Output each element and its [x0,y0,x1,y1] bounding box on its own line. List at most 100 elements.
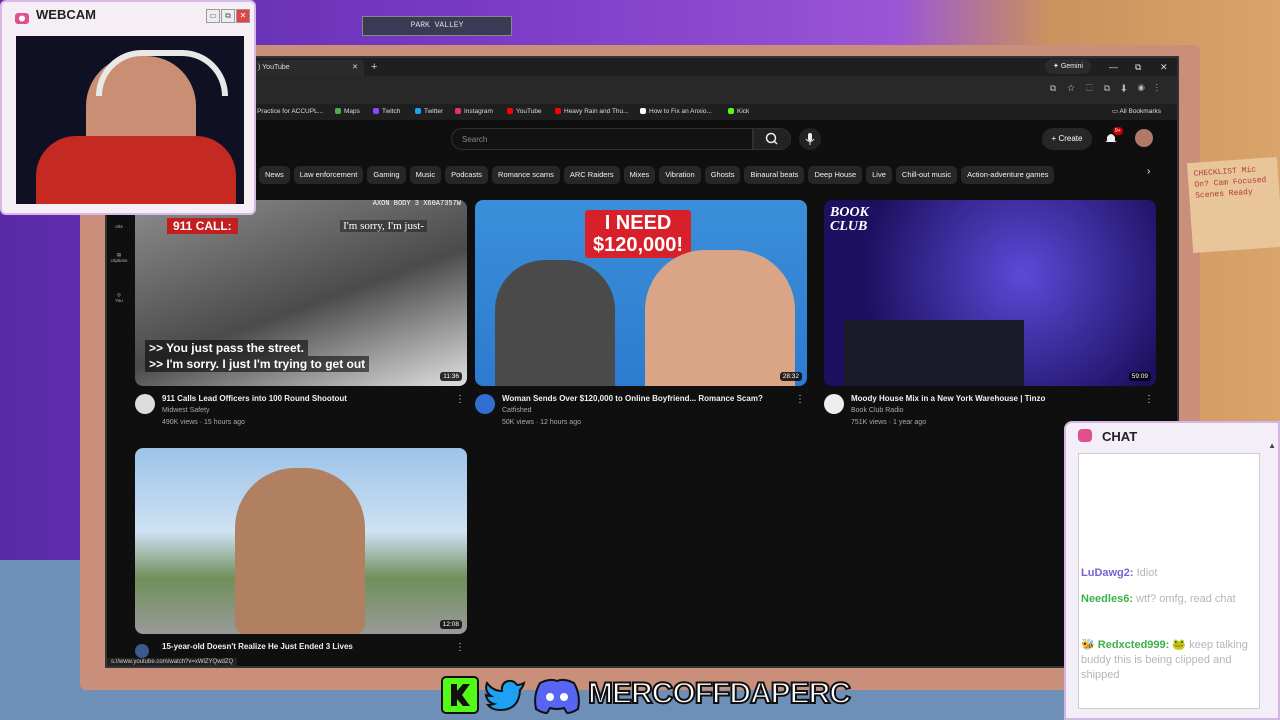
thumbnail-quote: I'm sorry, I'm just- [340,220,427,232]
chevron-right-icon[interactable]: › [1147,166,1150,177]
chip[interactable]: Ghosts [704,166,741,184]
bookmark-item[interactable]: Twitch [373,104,400,120]
channel-avatar[interactable] [475,394,495,414]
thumbnail-person [235,468,365,634]
video-title[interactable]: Moody House Mix in a New York Warehouse … [851,394,1141,403]
video-card[interactable]: BOOK CLUB 59:09 Moody House Mix in a New… [824,200,1156,434]
gemini-button[interactable]: ✦ Gemini [1045,59,1091,74]
search-input[interactable]: Search [451,128,753,150]
bookmark-item[interactable]: Heavy Rain and Thu... [555,104,629,120]
mic-icon [805,133,815,145]
chip[interactable]: Mixes [623,166,656,184]
sidebar-item-you[interactable]: ◎ You [109,292,129,303]
tab-bar: ) YouTube ✕ + ✦ Gemini — ⧉ ✕ [107,58,1177,76]
bookmark-label: Kick [737,108,750,115]
channel-avatar[interactable] [135,644,149,658]
chip[interactable]: Binaural beats [744,166,805,184]
bookmark-item[interactable]: Instagram [455,104,493,120]
browser-window: ) YouTube ✕ + ✦ Gemini — ⧉ ✕ ⧉☆⬚⧉⬇◉⋮ Pra… [105,56,1179,668]
channel-avatar[interactable] [135,394,155,414]
sidebar-item-subscriptions[interactable]: ▤ criptions [109,252,129,263]
channel-name[interactable]: Midwest Safety [162,407,209,414]
chip[interactable]: Gaming [367,166,406,184]
more-options-icon[interactable]: ⋮ [795,394,805,405]
video-thumbnail[interactable]: BOOK CLUB 59:09 [824,200,1156,386]
chat-panel: CHAT ▲ LuDawg2: Idiot Needles6: wtf? omf… [1064,421,1280,720]
avatar[interactable] [1135,129,1153,147]
more-options-icon[interactable]: ⋮ [1144,394,1154,405]
create-label: Create [1058,134,1083,143]
bookmark-item[interactable]: Maps [335,104,360,120]
minimize-button[interactable]: ▭ [206,9,220,23]
chat-username[interactable]: Redxcted999: [1098,639,1170,651]
gemini-label: Gemini [1060,63,1083,70]
voice-search-button[interactable] [799,128,821,150]
chip[interactable]: Romance scams [492,166,560,184]
chat-username[interactable]: LuDawg2: [1081,567,1134,579]
create-button[interactable]: + Create [1042,128,1092,150]
maximize-button[interactable]: ⧉ [221,9,235,23]
video-card[interactable]: 911 CALL: AXON BODY 3 X60A7357W I'm sorr… [135,200,467,434]
bookmark-label: Maps [344,108,360,115]
chip[interactable]: Vibration [659,166,701,184]
bookmark-label: Heavy Rain and Thu... [564,108,629,115]
video-title[interactable]: 15-year-old Doesn't Realize He Just Ende… [162,642,452,651]
close-button[interactable]: ✕ [236,9,250,23]
webcam-window: WEBCAM ▭ ⧉ ✕ [0,0,256,215]
window-controls: ▭ ⧉ ✕ [205,5,250,23]
chat-text: wtf? omfg, read chat [1132,593,1236,605]
video-thumbnail[interactable]: 12:08 [135,448,467,634]
video-thumbnail[interactable]: 911 CALL: AXON BODY 3 X60A7357W I'm sorr… [135,200,467,386]
close-window-button[interactable]: ✕ [1160,58,1168,76]
scroll-up-icon[interactable]: ▲ [1268,441,1276,450]
video-title[interactable]: Woman Sends Over $120,000 to Online Boyf… [502,394,792,403]
sidebar-label: orts [115,224,123,229]
chip[interactable]: ARC Raiders [563,166,620,184]
toolbar-icons[interactable]: ⧉☆⬚⧉⬇◉⋮ [1050,83,1169,94]
chip[interactable]: Music [409,166,442,184]
tab-close-icon[interactable]: ✕ [352,60,358,76]
page-icon [640,108,646,114]
bookmark-item[interactable]: Practice for ACCUPL... [257,104,323,120]
chip[interactable]: Podcasts [445,166,489,184]
youtube-icon [555,108,561,114]
chip[interactable]: News [259,166,290,184]
chip[interactable]: Deep House [808,166,863,184]
all-bookmarks[interactable]: ▭ All Bookmarks [1112,104,1161,120]
bookmark-item[interactable]: Kick [728,104,749,120]
chip[interactable]: Action-adventure games [961,166,1055,184]
more-options-icon[interactable]: ⋮ [455,642,465,653]
new-tab-button[interactable]: + [371,58,377,76]
address-bar[interactable]: ⧉☆⬚⧉⬇◉⋮ [107,76,1177,104]
video-card[interactable]: I NEED $120,000! 28:32 Woman Sends Over … [475,200,807,434]
search-button[interactable] [753,128,791,150]
video-card[interactable]: 12:08 15-year-old Doesn't Realize He Jus… [135,448,467,666]
chip[interactable]: Chill-out music [895,166,958,184]
maximize-button[interactable]: ⧉ [1135,58,1141,76]
twitter-icon [484,679,526,712]
tab-youtube[interactable]: ) YouTube ✕ [252,60,364,76]
chip[interactable]: Live [866,166,892,184]
channel-name[interactable]: Book Club Radio [851,407,904,414]
video-duration: 12:08 [439,620,462,629]
bookmark-label: Practice for ACCUPL... [257,108,324,115]
bookmark-item[interactable]: YouTube [507,104,542,120]
chip[interactable]: Law enforcement [293,166,364,184]
bookmark-item[interactable]: How to Fix an Anxio... [640,104,712,120]
bookmark-label: How to Fix an Anxio... [649,108,712,115]
kick-icon [728,108,734,114]
bookmark-label: YouTube [516,108,542,115]
youtube-icon [507,108,513,114]
chat-username[interactable]: Needles6: [1081,593,1133,605]
bookmark-item[interactable]: Twitter [415,104,443,120]
video-title[interactable]: 911 Calls Lead Officers into 100 Round S… [162,394,452,403]
bodycam-label: AXON BODY 3 X60A7357W [372,200,461,208]
video-thumbnail[interactable]: I NEED $120,000! 28:32 [475,200,807,386]
channel-avatar[interactable] [824,394,844,414]
more-options-icon[interactable]: ⋮ [455,394,465,405]
thumbnail-overlay: 911 CALL: [167,218,238,234]
channel-name[interactable]: Catfished [502,407,532,414]
minimize-button[interactable]: — [1109,58,1118,76]
sidebar-item-shorts[interactable]: orts [109,224,129,229]
maps-icon [335,108,341,114]
